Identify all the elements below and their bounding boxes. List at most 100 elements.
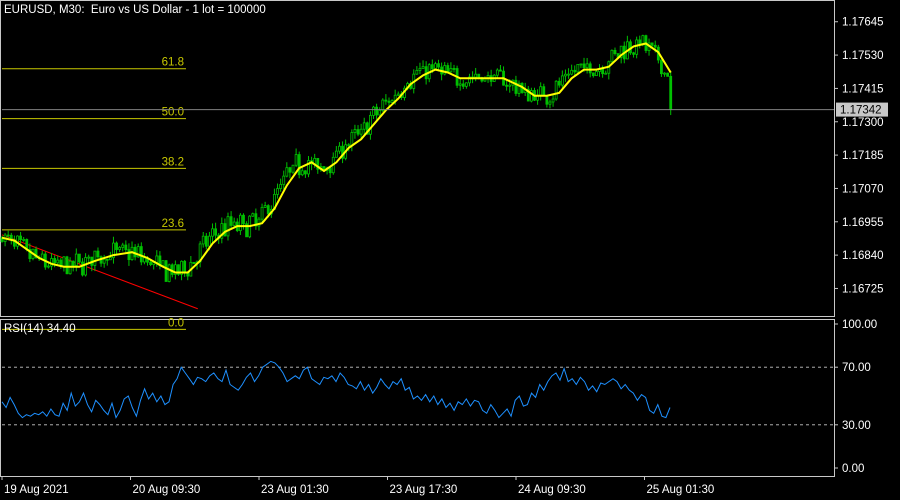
candle-body [576,64,580,73]
moving-average-line [1,42,672,274]
fib-level-label: 61.8 [162,57,184,69]
candle-body [102,258,106,264]
candle-body [557,80,561,86]
candle-body [551,98,555,103]
candle-body [449,68,453,73]
price-panel-frame [0,0,835,317]
candle-body [276,188,279,195]
candle-body [554,80,558,100]
candle-body [282,175,286,185]
candle-body [167,264,171,282]
candle-body [53,258,57,264]
candle-body [155,255,159,263]
candle-body [421,66,425,69]
candle-body [242,214,245,225]
rsi-line [1,360,671,419]
candle-body [96,250,100,258]
candle-body [223,223,227,237]
candle-body [660,59,663,75]
candle-body [183,260,187,274]
candle-body [362,122,366,130]
price-axis-label: 1.16955 [842,217,884,229]
candle-body [121,244,125,248]
candle-body [508,84,512,87]
candle-body [381,99,385,111]
candle-body [338,145,341,152]
candle-body [505,84,509,87]
price-axis-label: 1.17300 [842,117,884,129]
candle-body [601,68,605,75]
candle-body [300,170,304,176]
candle-body [604,72,608,75]
candle-body [291,164,295,173]
candle-body [77,253,81,263]
candle-body [415,70,419,75]
candle-body [303,170,307,175]
candle-body [118,247,122,250]
candle-body [474,73,478,78]
rsi-axis-label: 100.00 [842,319,877,331]
candle-body [22,238,26,241]
time-axis-label: 24 Aug 09:30 [518,484,586,496]
candle-body [201,235,205,245]
candle-body [641,35,645,45]
candle-body [461,83,465,87]
candle-body [564,73,567,77]
candle-body [93,250,97,266]
trading-chart-window: 1.17645 1.17530 1.17415 1.17300 1.17185 1.170… [0,0,900,500]
candle-body [384,99,388,102]
candle-body [81,261,84,276]
candle-body [653,44,657,48]
candle-body [84,257,87,276]
chart-title: EURUSD, M30: Euro vs US Dollar - 1 lot =… [4,4,266,16]
time-axis-label: 25 Aug 01:30 [647,484,715,496]
candle-body [6,234,10,237]
fib-level-label: 38.2 [162,156,184,168]
price-axis-label: 1.17070 [842,183,884,195]
candle-body [390,100,394,103]
candle-body [285,167,289,177]
candle-body [143,257,146,263]
candle-body [65,256,69,275]
candle-body [458,83,462,86]
candle-body [669,75,673,110]
candle-body [226,216,230,237]
fib-level-label: 23.6 [162,218,184,230]
candle-body [149,261,153,265]
candle-body [127,249,131,260]
candle-body [232,221,236,226]
candle-body [495,69,499,76]
candle-body [666,72,670,77]
candle-body [582,63,586,69]
candle-body [56,259,60,264]
candle-body [375,106,379,116]
candle-body [446,65,450,73]
candle-body [542,86,546,97]
candle-body [514,79,518,94]
candle-body [539,86,543,96]
fib-level-label: 50.0 [162,107,184,119]
price-axis-label: 1.16725 [842,283,884,295]
candle-body [372,106,375,116]
candle-body [359,128,363,135]
candle-body [334,150,338,158]
candle-body [238,214,242,232]
candle-body [591,72,595,77]
candle-body [124,244,128,250]
candle-body [108,257,112,261]
candle-body [266,205,270,215]
candle-body [211,228,214,237]
candle-body [260,206,264,220]
candle-body [288,167,292,173]
candle-body [204,235,208,247]
price-axis-label: 1.17415 [842,83,884,95]
candle-body [588,63,592,74]
candle-body [437,63,440,68]
candle-body [638,39,642,45]
candle-body [418,68,422,71]
candle-body [87,256,91,259]
rsi-axis-label: 70.00 [842,362,871,374]
candle-body [387,100,391,103]
current-price-label: 1.17342 [840,105,882,117]
candle-body [477,73,481,78]
